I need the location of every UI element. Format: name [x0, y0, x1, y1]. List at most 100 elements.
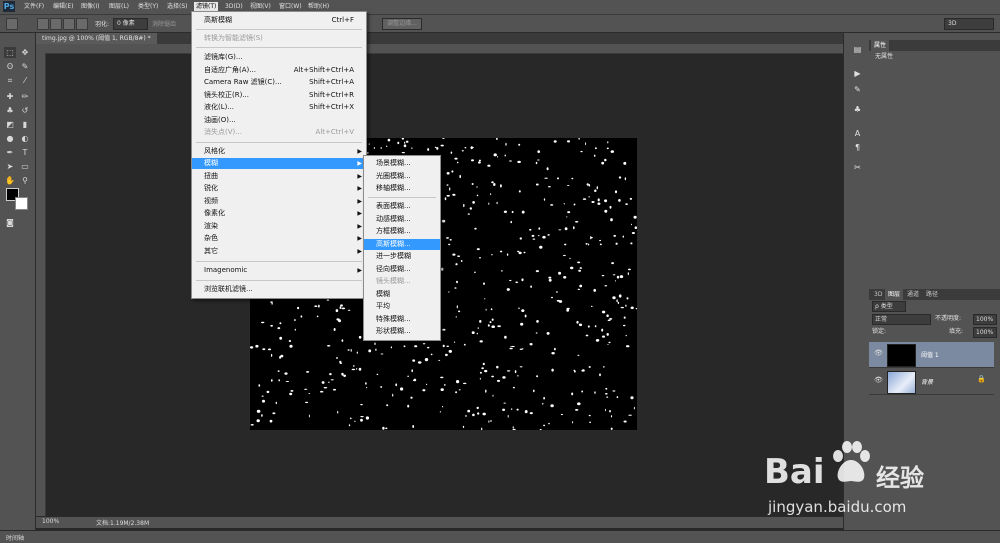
submenu-gaussian-blur[interactable]: 高斯模糊...: [364, 239, 440, 250]
crop-tool-icon[interactable]: ⌗: [4, 75, 16, 86]
blend-mode-select[interactable]: 正常: [872, 314, 931, 325]
path-select-tool-icon[interactable]: ➤: [4, 161, 16, 172]
menu-item-adaptive-wide-angle[interactable]: 自适应广角(A)... Alt+Shift+Ctrl+A: [192, 65, 366, 76]
tab-channels[interactable]: 通道: [904, 289, 922, 300]
zoom-readout[interactable]: 100%: [42, 518, 59, 525]
submenu-blur-more[interactable]: 进一步模糊: [364, 251, 440, 262]
submenu-motion-blur[interactable]: 动感模糊...: [364, 214, 440, 225]
add-selection-icon[interactable]: [50, 18, 62, 30]
brush-tool-icon[interactable]: ✏: [19, 91, 31, 102]
feather-input[interactable]: 0 像素: [113, 18, 148, 30]
menu-item-oil-paint[interactable]: 油画(O)...: [192, 115, 366, 126]
submenu-field-blur[interactable]: 场景模糊...: [364, 158, 440, 169]
intersect-selection-icon[interactable]: [76, 18, 88, 30]
menu-item-render[interactable]: 渲染 ▶: [192, 221, 366, 232]
spot-healing-tool-icon[interactable]: ✚: [4, 91, 16, 102]
submenu-box-blur[interactable]: 方框模糊...: [364, 226, 440, 237]
history-brush-tool-icon[interactable]: ↺: [19, 105, 31, 116]
quick-select-tool-icon[interactable]: ✎: [19, 61, 31, 72]
tab-properties[interactable]: 属性: [871, 40, 890, 51]
refine-edge-button[interactable]: 调整边缘...: [382, 18, 422, 30]
hand-tool-icon[interactable]: ✋: [4, 175, 16, 186]
background-color-swatch[interactable]: [15, 197, 28, 210]
dodge-tool-icon[interactable]: ◐: [19, 133, 31, 144]
tab-paths[interactable]: 路径: [923, 289, 941, 300]
menu-layer[interactable]: 图层(L): [107, 2, 131, 12]
menu-item-sharpen[interactable]: 锐化 ▶: [192, 183, 366, 194]
menu-separator: [196, 280, 362, 281]
visibility-eye-icon[interactable]: 👁: [874, 349, 883, 357]
marquee-tool-preset-icon[interactable]: [6, 18, 18, 30]
shape-tool-icon[interactable]: ▭: [19, 161, 31, 172]
marquee-tool-icon[interactable]: ⬚: [4, 47, 16, 58]
options-bar: 羽化: 0 像素 消除锯齿 调整边缘... 3D: [0, 15, 1000, 33]
menu-item-filter-gallery[interactable]: 滤镜库(G)...: [192, 52, 366, 63]
lasso-tool-icon[interactable]: ʘ: [4, 61, 16, 72]
new-selection-icon[interactable]: [37, 18, 49, 30]
blur-tool-icon[interactable]: ●: [4, 133, 16, 144]
menu-select[interactable]: 选择(S): [165, 2, 190, 12]
menu-item-browse-online-filters[interactable]: 浏览联机滤镜...: [192, 284, 366, 295]
menu-file[interactable]: 文件(F): [22, 2, 46, 12]
baidu-jingyan-watermark: Bai 经验 jingyan.baidu.com: [764, 432, 984, 522]
paragraph-panel-icon[interactable]: ¶: [853, 143, 862, 152]
menu-item-noise[interactable]: 杂色 ▶: [192, 233, 366, 244]
visibility-eye-icon[interactable]: 👁: [874, 376, 883, 384]
submenu-smart-blur[interactable]: 特殊模糊...: [364, 314, 440, 325]
layer-thumbnail: [887, 344, 916, 367]
menu-separator: [196, 142, 362, 143]
quick-mask-icon[interactable]: ◙: [4, 217, 16, 228]
menu-image[interactable]: 图像(I): [79, 2, 101, 12]
clone-source-panel-icon[interactable]: ♣: [853, 105, 862, 114]
workspace-select[interactable]: 3D: [944, 18, 994, 30]
menu-item-last-filter[interactable]: 高斯模糊 Ctrl+F: [192, 15, 366, 26]
layer-filter-select[interactable]: ρ 类型: [872, 301, 906, 312]
photoshop-logo[interactable]: Ps: [3, 1, 15, 12]
submenu-tilt-shift-blur[interactable]: 移轴模糊...: [364, 183, 440, 194]
menu-item-imagenomic[interactable]: Imagenomic ▶: [192, 265, 366, 276]
lock-label: 锁定:: [872, 328, 887, 335]
tab-3d[interactable]: 3D: [871, 289, 885, 300]
menu-item-pixelate[interactable]: 像素化 ▶: [192, 208, 366, 219]
eyedropper-tool-icon[interactable]: ⁄: [19, 75, 31, 86]
antialias-checkbox[interactable]: 消除锯齿: [152, 19, 176, 28]
document-tab[interactable]: timg.jpg @ 100% (阈值 1, RGB/8#) *: [36, 33, 157, 44]
zoom-tool-icon[interactable]: ⚲: [19, 175, 31, 186]
document-tab-bar: timg.jpg @ 100% (阈值 1, RGB/8#) *: [36, 33, 843, 44]
timeline-tab[interactable]: 时间轴: [6, 533, 24, 542]
fill-input[interactable]: 100%: [973, 327, 997, 338]
tab-layers[interactable]: 图层: [885, 289, 904, 300]
menu-item-blur[interactable]: 模糊 ▶: [192, 158, 366, 169]
history-panel-icon[interactable]: ▤: [853, 45, 862, 54]
brush-panel-icon[interactable]: ✎: [853, 85, 862, 94]
actions-panel-icon[interactable]: ▶: [853, 69, 862, 78]
subtract-selection-icon[interactable]: [63, 18, 75, 30]
move-tool-icon[interactable]: ✥: [19, 47, 31, 58]
clone-stamp-tool-icon[interactable]: ♣: [4, 105, 16, 116]
submenu-radial-blur[interactable]: 径向模糊...: [364, 264, 440, 275]
menu-item-liquify[interactable]: 液化(L)... Shift+Ctrl+X: [192, 102, 366, 113]
layer-row-background[interactable]: 👁 背景 🔒: [869, 369, 994, 395]
menu-item-distort[interactable]: 扭曲 ▶: [192, 171, 366, 182]
pen-tool-icon[interactable]: ✒: [4, 147, 16, 158]
menu-item-stylize[interactable]: 风格化 ▶: [192, 146, 366, 157]
menu-item-video[interactable]: 视频 ▶: [192, 196, 366, 207]
submenu-shape-blur[interactable]: 形状模糊...: [364, 326, 440, 337]
submenu-average[interactable]: 平均: [364, 301, 440, 312]
type-tool-icon[interactable]: T: [19, 147, 31, 158]
submenu-blur[interactable]: 模糊: [364, 289, 440, 300]
layer-row-threshold[interactable]: 👁 阈值 1: [869, 342, 994, 368]
menu-item-lens-correction[interactable]: 镜头校正(R)... Shift+Ctrl+R: [192, 90, 366, 101]
menu-edit[interactable]: 编辑(E): [51, 2, 75, 12]
gradient-tool-icon[interactable]: ▮: [19, 119, 31, 130]
menu-type[interactable]: 类型(Y): [136, 2, 160, 12]
submenu-iris-blur[interactable]: 光圈模糊...: [364, 171, 440, 182]
tools-preset-panel-icon[interactable]: ✂: [853, 163, 862, 172]
layer-thumbnail: [887, 371, 916, 394]
character-panel-icon[interactable]: A: [853, 129, 862, 138]
opacity-input[interactable]: 100%: [973, 314, 997, 325]
menu-item-camera-raw[interactable]: Camera Raw 滤镜(C)... Shift+Ctrl+A: [192, 77, 366, 88]
eraser-tool-icon[interactable]: ◩: [4, 119, 16, 130]
menu-item-other[interactable]: 其它 ▶: [192, 246, 366, 257]
submenu-surface-blur[interactable]: 表面模糊...: [364, 201, 440, 212]
